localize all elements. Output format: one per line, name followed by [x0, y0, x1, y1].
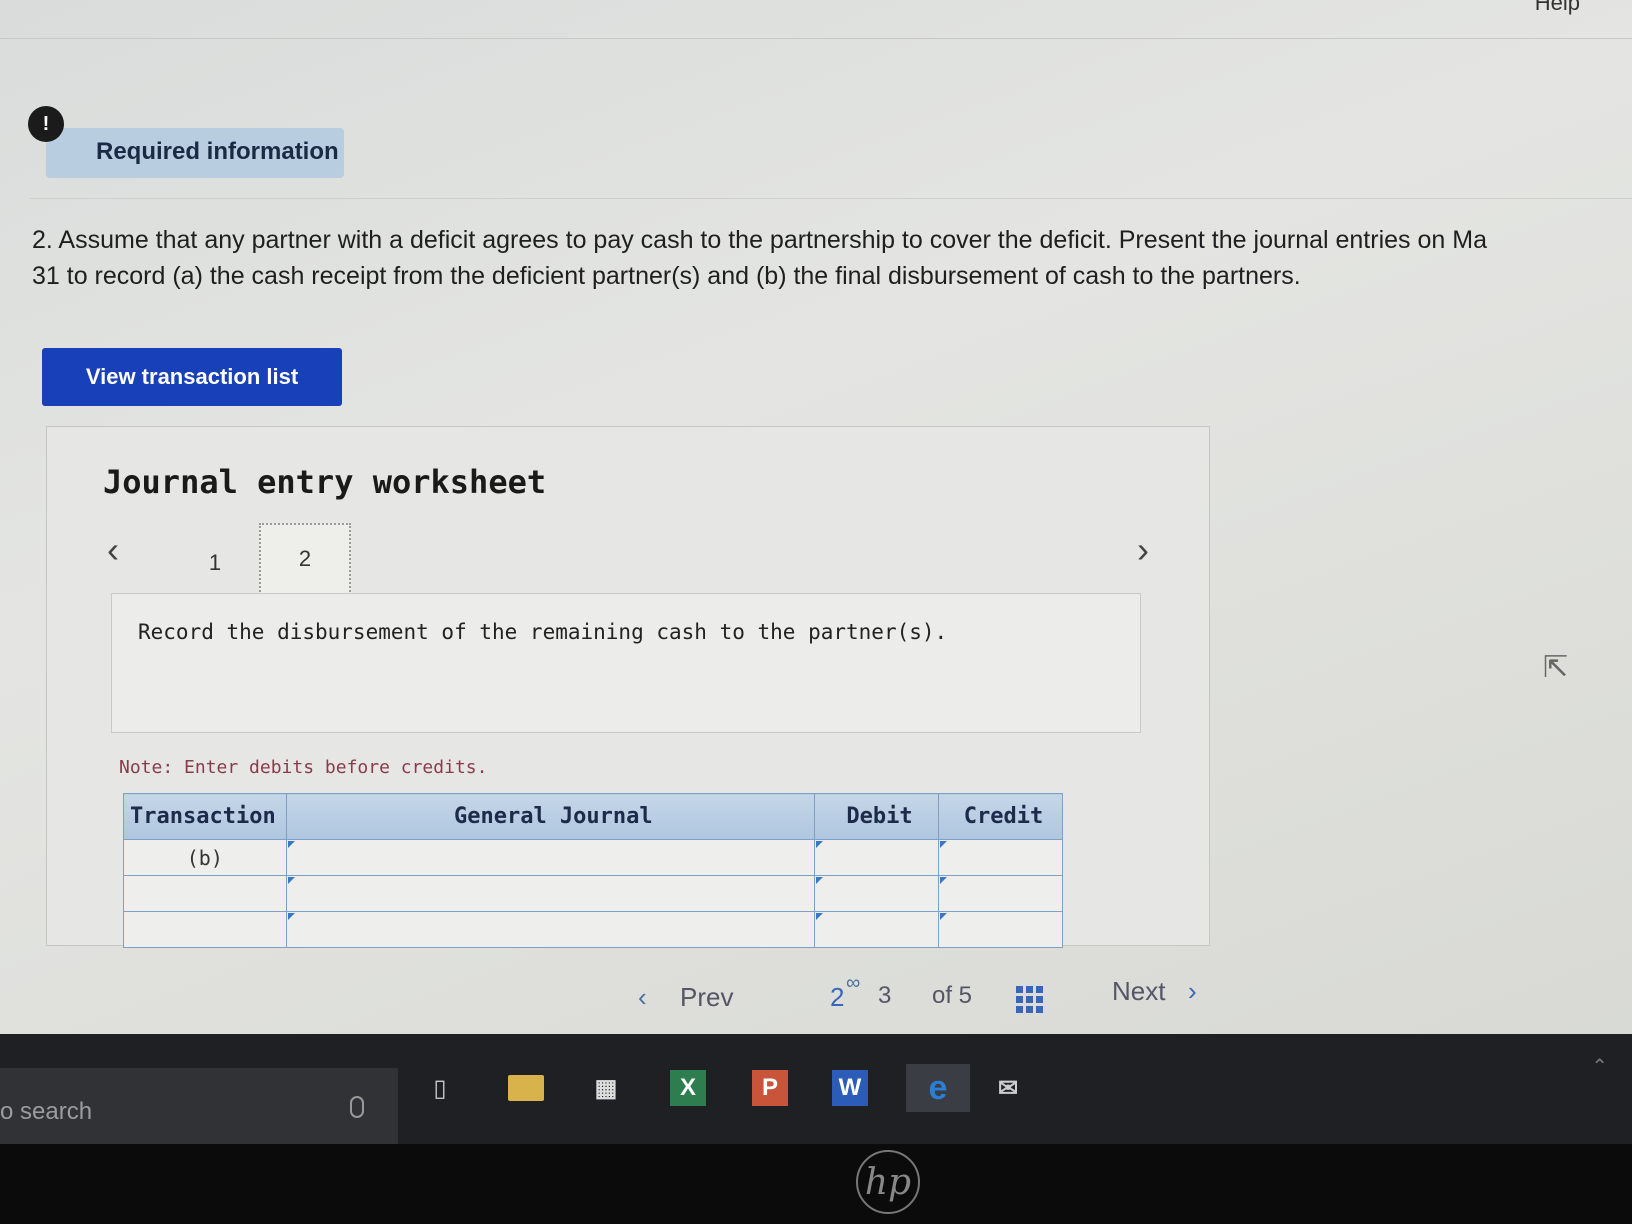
microphone-icon[interactable]: [350, 1096, 364, 1118]
transaction-cell: [123, 911, 287, 948]
debit-input[interactable]: [814, 911, 939, 948]
powerpoint-icon[interactable]: P: [744, 1064, 796, 1112]
edge-letter: e: [928, 1068, 948, 1107]
instruction-text: Record the disbursement of the remaining…: [138, 620, 948, 644]
tab-1[interactable]: 1: [169, 527, 261, 599]
word-letter: W: [832, 1070, 868, 1106]
chevron-up-icon[interactable]: ⌃: [1591, 1054, 1608, 1079]
journal-table-header: Transaction General Journal Debit Credit: [123, 793, 1063, 840]
question-line-2: 31 to record (a) the cash receipt from t…: [32, 262, 1301, 290]
header-transaction: Transaction: [123, 793, 287, 840]
question-line-1: 2. Assume that any partner with a defici…: [32, 226, 1487, 254]
transaction-cell: (b): [123, 839, 287, 876]
next-chevron-icon[interactable]: ›: [1188, 976, 1197, 1007]
required-info-label: Required information: [96, 138, 339, 165]
header-credit: Credit: [938, 793, 1063, 840]
required-info-badge[interactable]: Required information: [46, 128, 344, 178]
store-icon[interactable]: ▦: [580, 1064, 632, 1112]
table-row: (b): [123, 839, 1063, 876]
excel-letter: X: [670, 1070, 706, 1106]
prev-button[interactable]: Prev: [680, 982, 733, 1013]
alert-icon: !: [28, 106, 64, 142]
header-general-journal: General Journal: [285, 793, 816, 840]
tab-2[interactable]: 2: [259, 523, 351, 595]
table-row: [123, 911, 1063, 948]
edge-icon[interactable]: e: [906, 1064, 970, 1112]
section-divider: [30, 198, 1632, 199]
debit-input[interactable]: [814, 839, 939, 876]
help-link[interactable]: Help: [1535, 0, 1580, 16]
general-journal-input[interactable]: [285, 911, 816, 948]
file-explorer-icon[interactable]: [500, 1064, 552, 1112]
powerpoint-letter: P: [752, 1070, 788, 1106]
next-button[interactable]: Next: [1112, 976, 1165, 1007]
mail-icon[interactable]: ✉: [982, 1064, 1034, 1112]
task-view-icon[interactable]: ▯: [414, 1064, 466, 1112]
prev-chevron-icon[interactable]: ‹: [638, 982, 647, 1013]
journal-entry-worksheet: Journal entry worksheet ‹ 1 2 › Record t…: [46, 426, 1210, 948]
mouse-cursor-icon: ⇱: [1543, 651, 1569, 684]
chevron-left-icon[interactable]: ‹: [107, 529, 119, 571]
table-row: [123, 875, 1063, 912]
windows-taskbar: o search ▯ ▦ X P W e ✉ ⌃: [0, 1034, 1632, 1144]
debit-input[interactable]: [814, 875, 939, 912]
note-text: Note: Enter debits before credits.: [119, 757, 488, 778]
page-2-link[interactable]: 2: [830, 982, 844, 1013]
tab-2-label: 2: [298, 546, 312, 571]
word-icon[interactable]: W: [824, 1064, 876, 1112]
journal-table: Transaction General Journal Debit Credit…: [123, 793, 1063, 948]
credit-input[interactable]: [938, 875, 1063, 912]
chevron-right-icon[interactable]: ›: [1137, 529, 1149, 571]
page-total: of 5: [932, 982, 973, 1009]
worksheet-title: Journal entry worksheet: [103, 463, 547, 501]
hp-logo: hp: [856, 1150, 920, 1214]
instruction-box: Record the disbursement of the remaining…: [111, 593, 1141, 733]
top-divider: [0, 38, 1632, 39]
page-3-current: 3: [878, 982, 892, 1009]
taskbar-search-input[interactable]: o search: [0, 1068, 398, 1144]
grid-icon[interactable]: [1016, 986, 1043, 1013]
tab-1-label: 1: [208, 550, 222, 575]
general-journal-input[interactable]: [285, 875, 816, 912]
laptop-bezel: [0, 1144, 1632, 1224]
credit-input[interactable]: [938, 839, 1063, 876]
excel-icon[interactable]: X: [662, 1064, 714, 1112]
header-debit: Debit: [814, 793, 939, 840]
transaction-cell: [123, 875, 287, 912]
pagination: ‹ Prev 2 3 of 5 Next ›: [0, 976, 1632, 1022]
view-transaction-list-button[interactable]: View transaction list: [42, 348, 342, 406]
search-placeholder: o search: [0, 1098, 93, 1125]
credit-input[interactable]: [938, 911, 1063, 948]
question-text: 2. Assume that any partner with a defici…: [32, 222, 1632, 294]
general-journal-input[interactable]: [285, 839, 816, 876]
